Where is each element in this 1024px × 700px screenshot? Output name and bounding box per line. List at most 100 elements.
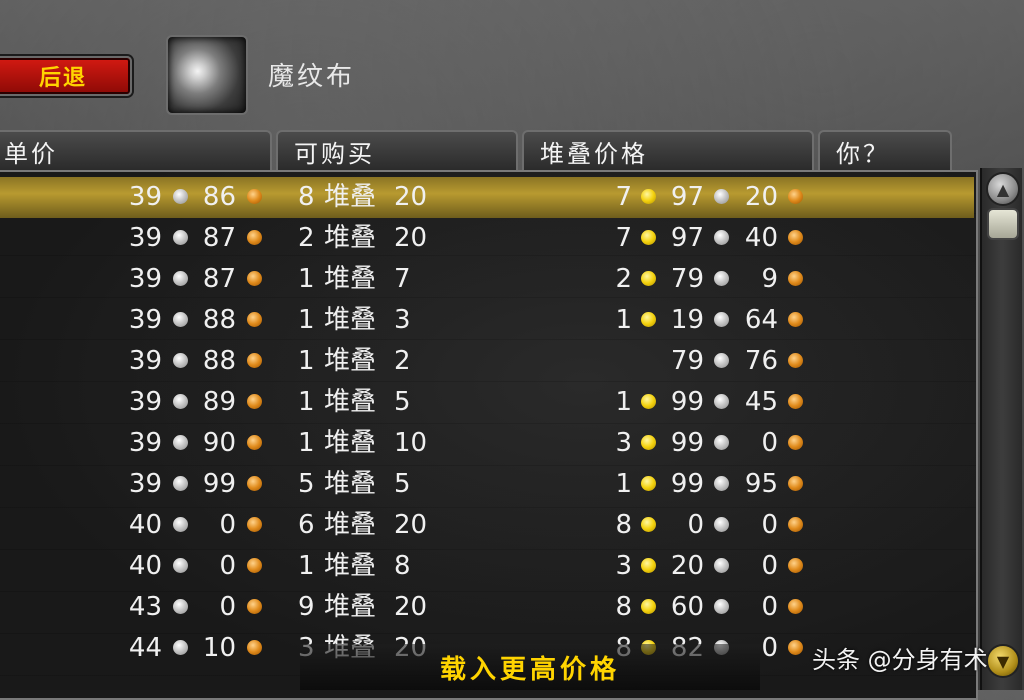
column-headers: 单价 可购买 堆叠价格 你？ [0, 130, 960, 170]
unit-price-copper: 86 [202, 182, 236, 212]
unit-price-copper: 99 [202, 469, 236, 499]
scroll-thumb[interactable] [987, 208, 1019, 240]
table-row[interactable]: 39 90 1 堆叠 10 3 99 0 [0, 423, 974, 464]
unit-price-copper: 88 [202, 346, 236, 376]
stack-label: 堆叠 [324, 223, 377, 253]
unit-price-copper: 89 [202, 387, 236, 417]
available-count: 6 [298, 510, 315, 540]
copper-coin-icon [247, 558, 262, 573]
stack-price-silver: 79 [670, 346, 704, 376]
copper-coin-icon [788, 353, 803, 368]
copper-coin-icon [247, 599, 262, 614]
unit-price-copper: 0 [219, 510, 236, 540]
unit-price-silver: 44 [128, 633, 162, 663]
unit-price-silver: 39 [128, 182, 162, 212]
table-row[interactable]: 43 0 9 堆叠 20 8 60 0 [0, 587, 974, 628]
stack-price-gold: 2 [615, 264, 632, 294]
stack-label: 堆叠 [324, 592, 377, 622]
unit-price-silver: 39 [128, 428, 162, 458]
stack-price-copper: 20 [744, 182, 778, 212]
table-row[interactable]: 39 87 1 堆叠 7 2 79 9 [0, 259, 974, 300]
unit-price-silver: 40 [128, 551, 162, 581]
copper-coin-icon [788, 476, 803, 491]
stack-size: 20 [394, 510, 428, 540]
available-count: 1 [298, 387, 315, 417]
stack-size: 2 [394, 346, 411, 376]
copper-coin-icon [247, 476, 262, 491]
copper-coin-icon [788, 640, 803, 655]
copper-coin-icon [788, 558, 803, 573]
top-frame: 后退 魔纹布 [0, 0, 1024, 130]
stack-label: 堆叠 [324, 182, 377, 212]
scroll-down-icon[interactable]: ▼ [986, 644, 1020, 678]
unit-price-copper: 88 [202, 305, 236, 335]
table-row[interactable]: 40 0 1 堆叠 8 3 20 0 [0, 546, 974, 587]
stack-size: 20 [394, 223, 428, 253]
stack-label: 堆叠 [324, 510, 377, 540]
stack-size: 10 [394, 428, 428, 458]
table-row[interactable]: 39 88 1 堆叠 3 1 19 64 [0, 300, 974, 341]
copper-coin-icon [788, 517, 803, 532]
column-header-unit-price[interactable]: 单价 [0, 130, 272, 170]
stack-price-gold: 3 [615, 551, 632, 581]
copper-coin-icon [247, 230, 262, 245]
table-row[interactable]: 39 89 1 堆叠 5 1 99 45 [0, 382, 974, 423]
stack-price-silver: 99 [670, 469, 704, 499]
stack-price-gold: 1 [615, 387, 632, 417]
available-count: 8 [298, 182, 315, 212]
available-count: 1 [298, 305, 315, 335]
stack-price-gold: 8 [615, 510, 632, 540]
scrollbar[interactable]: ▲ ▼ [980, 168, 1022, 690]
stack-price-gold: 7 [615, 223, 632, 253]
table-row[interactable]: 39 88 1 堆叠 2 79 76 [0, 341, 974, 382]
column-header-stack-price[interactable]: 堆叠价格 [522, 130, 814, 170]
unit-price-copper: 0 [219, 551, 236, 581]
stack-price-gold: 3 [615, 428, 632, 458]
copper-coin-icon [247, 353, 262, 368]
unit-price-silver: 39 [128, 305, 162, 335]
table-row[interactable]: 39 87 2 堆叠 20 7 97 40 [0, 218, 974, 259]
column-header-you[interactable]: 你？ [818, 130, 952, 170]
stack-price-gold: 8 [615, 592, 632, 622]
column-header-available[interactable]: 可购买 [276, 130, 518, 170]
stack-label: 堆叠 [324, 428, 377, 458]
unit-price-silver: 39 [128, 346, 162, 376]
stack-price-silver: 99 [670, 428, 704, 458]
unit-price-silver: 39 [128, 223, 162, 253]
stack-price-silver: 99 [670, 387, 704, 417]
stack-label: 堆叠 [324, 305, 377, 335]
copper-coin-icon [247, 312, 262, 327]
available-count: 1 [298, 264, 315, 294]
available-count: 2 [298, 223, 315, 253]
stack-price-gold: 1 [615, 305, 632, 335]
copper-coin-icon [247, 189, 262, 204]
stack-price-copper: 95 [744, 469, 778, 499]
stack-size: 8 [394, 551, 411, 581]
stack-price-copper: 45 [744, 387, 778, 417]
unit-price-copper: 10 [202, 633, 236, 663]
copper-coin-icon [788, 435, 803, 450]
stack-price-copper: 64 [744, 305, 778, 335]
load-higher-prices-button[interactable]: 载入更高价格 [300, 644, 760, 690]
stack-price-silver: 60 [670, 592, 704, 622]
stack-price-silver: 79 [670, 264, 704, 294]
stack-size: 7 [394, 264, 411, 294]
unit-price-copper: 87 [202, 223, 236, 253]
table-row[interactable]: 40 0 6 堆叠 20 8 0 0 [0, 505, 974, 546]
stack-price-gold: 7 [615, 182, 632, 212]
stack-price-silver: 97 [670, 182, 704, 212]
table-row[interactable]: 39 99 5 堆叠 5 1 99 95 [0, 464, 974, 505]
stack-price-copper: 0 [761, 551, 778, 581]
stack-price-copper: 76 [744, 346, 778, 376]
unit-price-copper: 87 [202, 264, 236, 294]
table-row[interactable]: 39 86 8 堆叠 20 7 97 20 [0, 177, 974, 218]
copper-coin-icon [788, 394, 803, 409]
stack-price-copper: 0 [761, 428, 778, 458]
unit-price-copper: 90 [202, 428, 236, 458]
stack-price-silver: 0 [687, 510, 704, 540]
item-icon[interactable] [166, 35, 248, 115]
stack-price-silver: 20 [670, 551, 704, 581]
scroll-up-icon[interactable]: ▲ [986, 172, 1020, 206]
stack-price-copper: 9 [761, 264, 778, 294]
back-button[interactable]: 后退 [0, 56, 132, 96]
